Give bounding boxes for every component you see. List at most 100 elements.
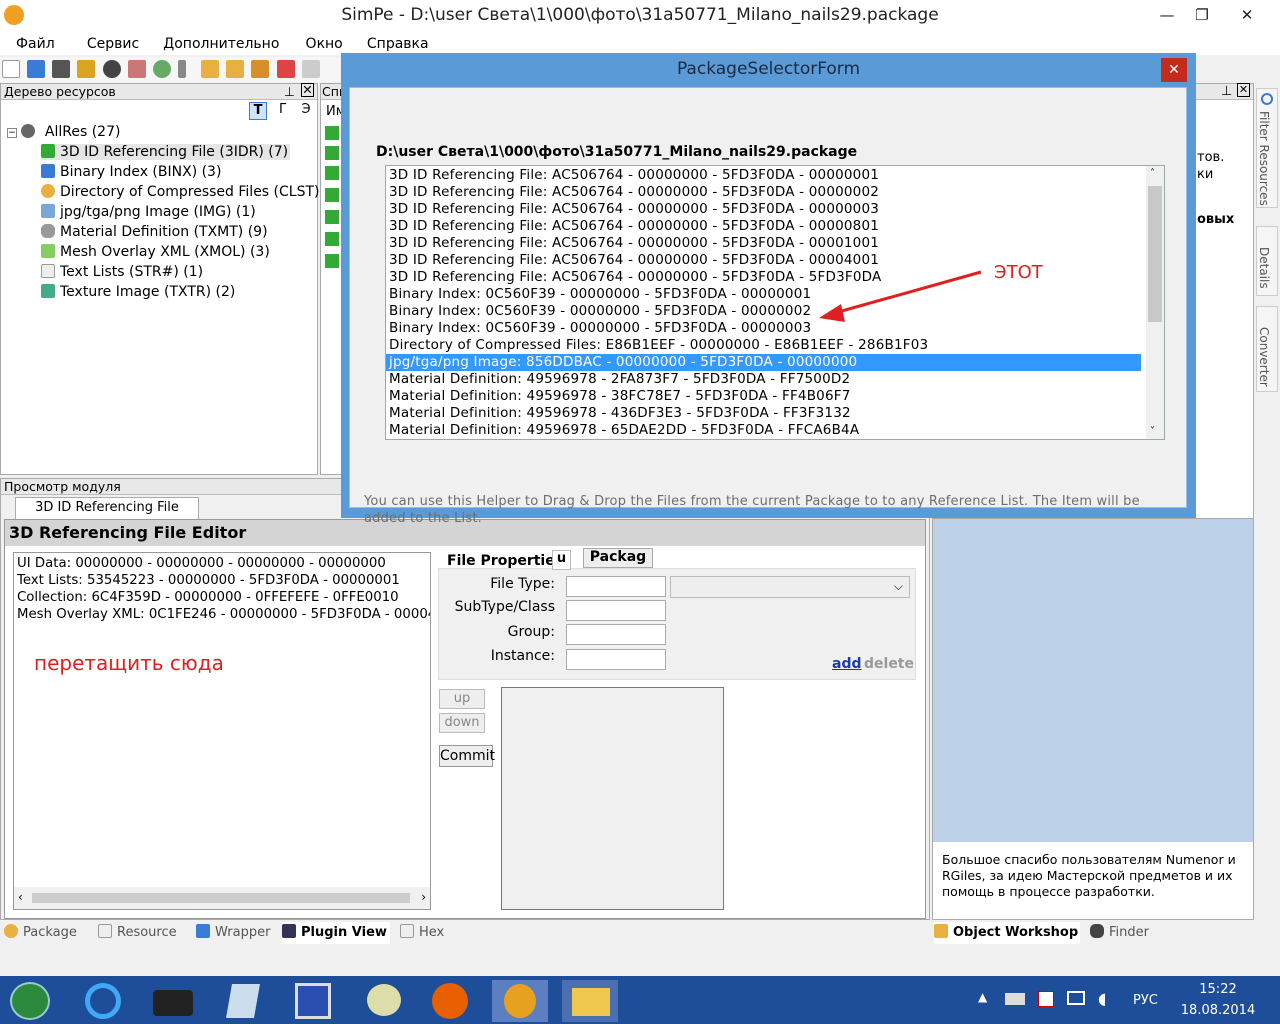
- search-icon[interactable]: [152, 60, 171, 78]
- start-button-icon[interactable]: [10, 982, 50, 1020]
- dialog-close-button[interactable]: ✕: [1161, 58, 1187, 82]
- list-item[interactable]: 3D ID Referencing File: AC506764 - 00000…: [389, 167, 1141, 184]
- panel-close-icon[interactable]: ✕: [301, 83, 314, 97]
- tree-item-img[interactable]: jpg/tga/png Image (IMG) (1): [41, 204, 256, 220]
- tree-item-txmt[interactable]: Material Definition (TXMT) (9): [41, 224, 268, 240]
- firefox-icon[interactable]: [432, 983, 468, 1019]
- list-item[interactable]: Material Definition: 49596978 - 65DAE2DD…: [389, 422, 1141, 439]
- tree-root[interactable]: − AllRes (27): [7, 124, 120, 140]
- tab-finder[interactable]: Finder: [1090, 922, 1160, 944]
- tree-sort-g-button[interactable]: Г: [274, 102, 292, 120]
- tray-time[interactable]: 15:22: [1183, 982, 1253, 997]
- explorer-icon[interactable]: [572, 988, 610, 1016]
- tree-sort-e-button[interactable]: Э: [297, 102, 315, 120]
- resource-row-icon[interactable]: [325, 146, 339, 160]
- list-item[interactable]: 3D ID Referencing File: AC506764 - 00000…: [389, 235, 1141, 252]
- details-tab[interactable]: Details: [1256, 226, 1278, 296]
- resource-row-icon[interactable]: [325, 210, 339, 224]
- tab-hex-bottom[interactable]: Hex: [400, 922, 452, 944]
- pin-icon[interactable]: ⊥: [1221, 84, 1232, 99]
- group-field[interactable]: [566, 624, 666, 645]
- comment-icon[interactable]: [301, 60, 320, 78]
- scroll-thumb[interactable]: [1148, 186, 1162, 322]
- list-item[interactable]: 3D ID Referencing File: AC506764 - 00000…: [389, 201, 1141, 218]
- tree-item-3idr[interactable]: 3D ID Referencing File (3IDR) (7): [41, 144, 291, 160]
- tab-resource-bottom[interactable]: Resource: [98, 922, 188, 944]
- tray-date[interactable]: 18.08.2014: [1180, 1003, 1256, 1018]
- tray-expand-icon[interactable]: ▲: [978, 990, 987, 1004]
- tray-language[interactable]: РУС: [1133, 993, 1158, 1008]
- add-link[interactable]: add: [832, 656, 862, 672]
- tab-object-workshop[interactable]: Object Workshop: [934, 922, 1080, 944]
- open-icon[interactable]: [27, 60, 46, 78]
- subtype-field[interactable]: [566, 600, 666, 621]
- resource-row-icon[interactable]: [325, 232, 339, 246]
- list-item[interactable]: Directory of Compressed Files: E86B1EEF …: [389, 337, 1141, 354]
- file-type-select[interactable]: ⌵: [670, 576, 910, 598]
- panel-close-icon[interactable]: ✕: [1237, 83, 1250, 97]
- new-icon[interactable]: [2, 60, 20, 78]
- tree-item-xmol[interactable]: Mesh Overlay XML (XMOL) (3): [41, 244, 270, 260]
- tree-item-txtr[interactable]: Texture Image (TXTR) (2): [41, 284, 235, 300]
- simpe-task-icon[interactable]: [504, 984, 536, 1018]
- tab-package[interactable]: Packag: [583, 548, 653, 568]
- file-type-field[interactable]: [566, 576, 666, 597]
- delete-icon[interactable]: [276, 60, 295, 78]
- paint-icon[interactable]: [367, 984, 401, 1016]
- list-item[interactable]: Collection: 6C4F359D - 00000000 - 0FFEFE…: [17, 589, 427, 606]
- list-item[interactable]: Material Definition: 49596978 - 2FA873F7…: [389, 371, 1141, 388]
- list-item[interactable]: jpg/tga/png Image: 856DDBAC - 00000000 -…: [386, 354, 1141, 371]
- list-item[interactable]: 3D ID Referencing File: AC506764 - 00000…: [389, 218, 1141, 235]
- minimize-button[interactable]: —: [1155, 4, 1179, 26]
- list-item[interactable]: 3D ID Referencing File: AC506764 - 00000…: [389, 184, 1141, 201]
- scroll-left-icon[interactable]: ‹: [18, 890, 23, 904]
- internet-explorer-icon[interactable]: [85, 983, 121, 1019]
- menu-file[interactable]: Файл: [16, 33, 55, 52]
- tray-network-icon[interactable]: [1067, 991, 1085, 1005]
- menu-additional[interactable]: Дополнительно: [163, 33, 279, 52]
- list-item[interactable]: Binary Index: 0C560F39 - 00000000 - 5FD3…: [389, 286, 1141, 303]
- tab-package-bottom[interactable]: Package: [4, 922, 90, 944]
- menu-service[interactable]: Сервис: [87, 33, 139, 52]
- resource-row-icon[interactable]: [325, 254, 339, 268]
- vertical-scrollbar[interactable]: ˄ ˅: [1146, 166, 1164, 439]
- menu-window[interactable]: Окно: [306, 33, 343, 52]
- menu-help[interactable]: Справка: [367, 33, 429, 52]
- list-item[interactable]: Binary Index: 0C560F39 - 00000000 - 5FD3…: [389, 320, 1141, 337]
- package-file-list[interactable]: 3D ID Referencing File: AC506764 - 00000…: [385, 165, 1165, 440]
- scroll-down-icon[interactable]: ˅: [1150, 426, 1155, 437]
- save-icon[interactable]: [52, 60, 71, 78]
- resource-row-icon[interactable]: [325, 188, 339, 202]
- resource-row-icon[interactable]: [325, 126, 339, 140]
- horizontal-scrollbar[interactable]: ‹ ›: [14, 887, 430, 909]
- tab-wrapper-bottom[interactable]: Wrapper: [196, 922, 276, 944]
- commit-button[interactable]: Commit: [439, 745, 495, 767]
- tree-item-clst[interactable]: Directory of Compressed Files (CLST) (1): [41, 184, 344, 200]
- resource-row-icon[interactable]: [325, 166, 339, 180]
- list-item[interactable]: Text Lists: 53545223 - 00000000 - 5FD3F0…: [17, 572, 427, 589]
- undo-icon[interactable]: [251, 60, 270, 78]
- list-item[interactable]: UI Data: 00000000 - 00000000 - 00000000 …: [17, 555, 427, 572]
- scroll-up-icon[interactable]: ˄: [1150, 168, 1155, 179]
- down-button[interactable]: down: [439, 713, 485, 733]
- tray-device-icon[interactable]: [1005, 993, 1025, 1005]
- tree-item-str[interactable]: Text Lists (STR#) (1): [41, 264, 203, 280]
- floppy-icon[interactable]: [295, 983, 331, 1019]
- list-item[interactable]: Mesh Overlay XML: 0C1FE246 - 00000000 - …: [17, 606, 430, 623]
- tray-flag-icon[interactable]: [1038, 991, 1054, 1007]
- pin-icon[interactable]: ⊥: [284, 84, 295, 99]
- folder-icon[interactable]: [201, 60, 220, 78]
- save-as-icon[interactable]: [77, 60, 96, 78]
- camera-icon[interactable]: [153, 990, 193, 1016]
- tab-3idr[interactable]: 3D ID Referencing File: [15, 497, 199, 519]
- close-package-icon[interactable]: [102, 60, 121, 78]
- scroll-right-icon[interactable]: ›: [421, 890, 426, 904]
- dropdown-icon[interactable]: [177, 60, 186, 78]
- tab-u[interactable]: u: [552, 550, 571, 570]
- instance-field[interactable]: [566, 649, 666, 670]
- tree-item-binx[interactable]: Binary Index (BINX) (3): [41, 164, 221, 180]
- users-icon[interactable]: [127, 60, 146, 78]
- list-item[interactable]: Material Definition: 49596978 - 38FC78E7…: [389, 388, 1141, 405]
- folder-save-icon[interactable]: [226, 60, 245, 78]
- maximize-button[interactable]: ❐: [1190, 4, 1214, 26]
